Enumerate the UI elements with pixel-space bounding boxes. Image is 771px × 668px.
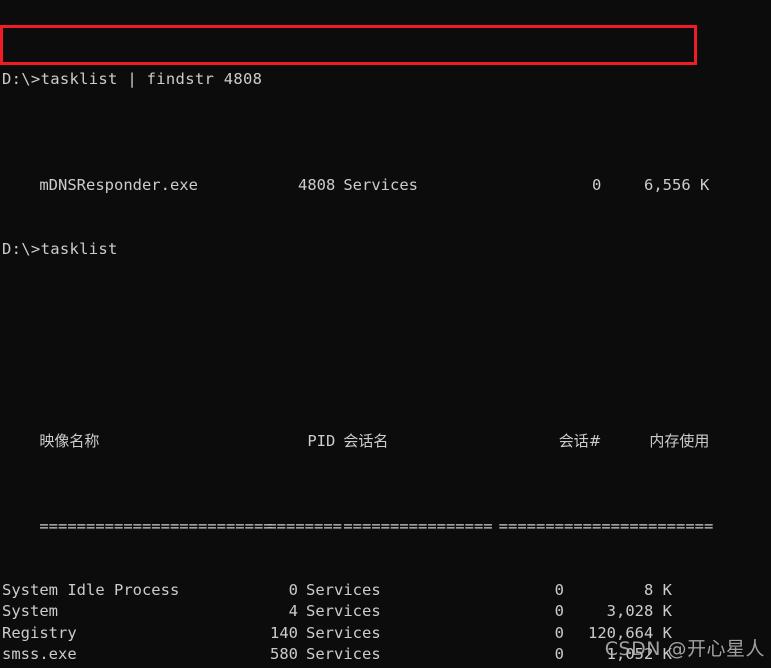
column-gap: [298, 623, 306, 644]
process-session-num: 0: [554, 581, 564, 600]
separator-session-num: ===========: [498, 517, 602, 536]
process-name: System Idle Process: [2, 581, 180, 600]
command-line-tasklist: D:\>tasklist: [2, 240, 118, 259]
header-session-num: 会话#: [558, 431, 602, 450]
findstr-result-pid: 4808: [298, 176, 336, 195]
header-session-name: 会话名: [343, 431, 389, 450]
header-pid: PID: [307, 431, 336, 450]
findstr-result-row: mDNSResponder.exe 4808 Services 0 6,556 K: [2, 154, 771, 194]
table-header-row: 映像名称 PID 会话名 会话# 内存使用: [2, 410, 771, 450]
process-session-num: 0: [554, 623, 564, 642]
process-session-num: 0: [554, 602, 564, 621]
findstr-result-mem: 6,556 K: [644, 176, 710, 195]
column-gap: [298, 580, 306, 601]
process-pid: 580: [270, 644, 298, 663]
separator-session-name: ================: [343, 517, 493, 536]
table-row: Registry 140 Services 0 120,664 K: [2, 623, 771, 644]
process-session-name: Services: [306, 623, 381, 642]
process-session-num: 0: [554, 644, 564, 663]
command-line-findstr: D:\>tasklist | findstr 4808: [2, 69, 263, 88]
findstr-result-name: mDNSResponder.exe: [39, 176, 198, 195]
findstr-result-session-num: 0: [591, 176, 602, 195]
separator-pid: ========: [267, 517, 342, 536]
process-mem-usage: 1,052 K: [606, 644, 672, 663]
header-image-name: 映像名称: [39, 431, 100, 450]
process-session-name: Services: [306, 602, 381, 621]
process-mem-usage: 120,664 K: [588, 623, 672, 642]
column-gap: [335, 431, 343, 452]
process-mem-usage: 3,028 K: [606, 602, 672, 621]
column-gap: [298, 644, 306, 665]
table-row: System 4 Services 0 3,028 K: [2, 601, 771, 622]
red-highlight-box: [0, 25, 697, 65]
table-separator-row: ========================= ======== =====…: [2, 495, 771, 535]
terminal-window[interactable]: D:\>tasklist | findstr 4808 mDNSResponde…: [0, 0, 771, 668]
findstr-result-session-name: Services: [343, 176, 418, 195]
process-session-name: Services: [306, 644, 381, 663]
process-name: smss.exe: [2, 644, 77, 663]
process-name: Registry: [2, 623, 77, 642]
process-pid: 140: [270, 623, 298, 642]
header-mem-usage: 内存使用: [649, 431, 710, 450]
process-session-name: Services: [306, 581, 381, 600]
process-name: System: [2, 602, 58, 621]
column-gap: [298, 601, 306, 622]
column-gap: [335, 175, 343, 196]
separator-name: =========================: [39, 517, 282, 536]
column-gap: [335, 516, 343, 537]
table-body: System Idle Process 0 Services 0 8 K System 4…: [2, 580, 771, 668]
process-mem-usage: 8 K: [644, 581, 672, 600]
process-pid: 4: [288, 602, 298, 621]
table-row: System Idle Process 0 Services 0 8 K: [2, 580, 771, 601]
table-row: smss.exe 580 Services 0 1,052 K: [2, 644, 771, 665]
separator-mem-usage: ============: [601, 517, 714, 536]
process-pid: 0: [288, 581, 298, 600]
